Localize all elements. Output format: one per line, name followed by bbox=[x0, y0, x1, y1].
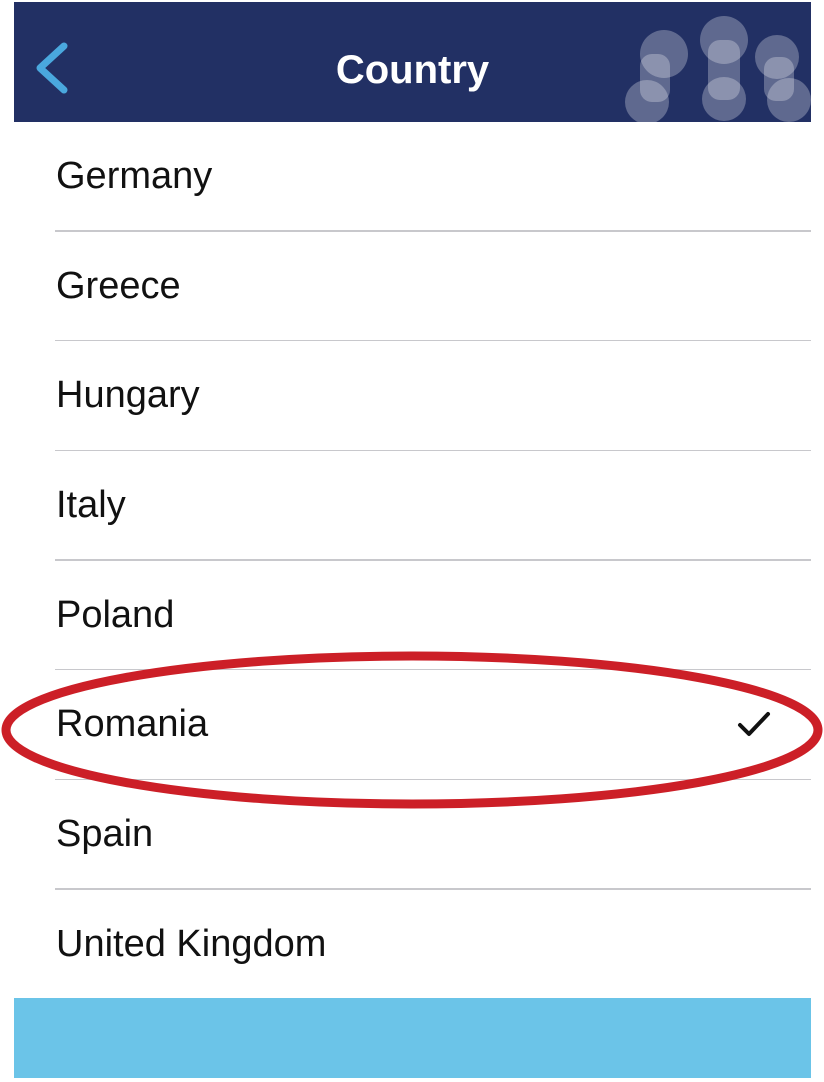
country-row-greece[interactable]: Greece bbox=[0, 232, 824, 342]
country-label: Greece bbox=[56, 264, 181, 307]
country-label: Italy bbox=[56, 484, 126, 527]
country-row-hungary[interactable]: Hungary bbox=[0, 341, 824, 452]
country-row-romania[interactable]: Romania bbox=[0, 670, 824, 781]
country-label: Germany bbox=[56, 155, 213, 197]
people-logo-icon bbox=[625, 16, 811, 122]
navigation-bar: Country bbox=[14, 2, 811, 122]
country-row-germany[interactable]: Germany bbox=[0, 122, 824, 232]
country-label: Romania bbox=[56, 703, 209, 746]
country-list: Germany Greece Hungary Italy Poland Romania Sp… bbox=[0, 122, 824, 1000]
country-screen: Country Germany Greece Hungary Italy Poland R… bbox=[0, 0, 824, 1082]
checkmark-icon bbox=[738, 712, 770, 737]
country-label: Poland bbox=[56, 593, 175, 636]
country-label: Hungary bbox=[56, 374, 200, 417]
country-label: Spain bbox=[56, 813, 154, 856]
bottom-bar bbox=[14, 998, 811, 1078]
country-row-united-kingdom[interactable]: United Kingdom bbox=[0, 890, 824, 1000]
country-row-poland[interactable]: Poland bbox=[0, 561, 824, 671]
country-row-spain[interactable]: Spain bbox=[0, 780, 824, 890]
country-label: United Kingdom bbox=[56, 922, 327, 965]
country-row-italy[interactable]: Italy bbox=[0, 451, 824, 561]
